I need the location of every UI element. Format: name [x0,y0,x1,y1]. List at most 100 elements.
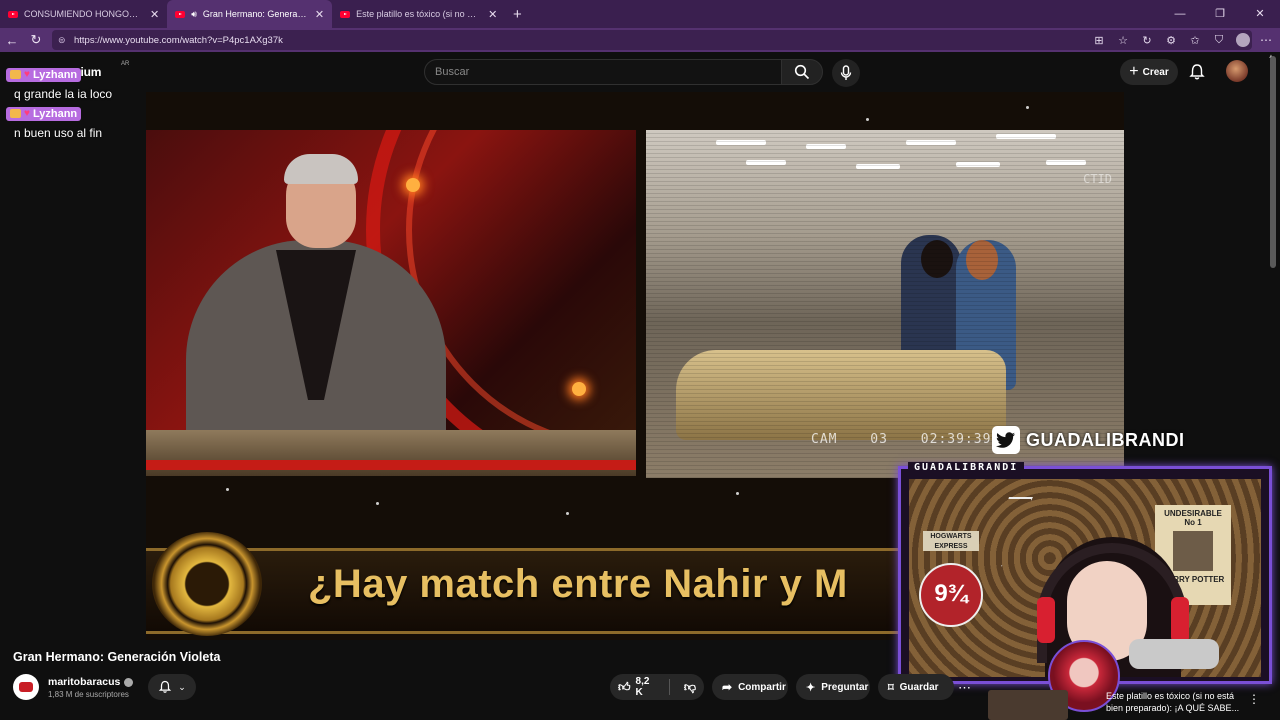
chat-text: q grande la ia loco [14,87,113,101]
restore-button[interactable]: ❐ [1200,0,1240,28]
channel-name-text: maritobaracus [48,676,121,688]
sparkle [226,488,229,491]
chevron-down-icon: ⌄ [178,681,186,692]
tab-hongos[interactable]: CONSUMIENDO HONGOS EN LA ✕ [0,0,167,28]
divider [668,679,670,695]
poster-number: No 1 [1184,518,1202,527]
twitter-handle: GUADALIBRANDI [1026,429,1185,450]
studio-host-panel [146,130,636,476]
save-button[interactable]: ⌑ Guardar [878,674,954,700]
headset-earcup [1171,597,1189,643]
create-button[interactable]: + Crear [1120,59,1178,85]
recommended-thumbnail[interactable] [988,690,1068,720]
poster-photo [1173,531,1213,571]
shield-icon[interactable]: ⛉ [1212,34,1226,47]
stream-chat-overlay: ♥ Lyzhann q grande la ia loco ♥ Lyzhann … [6,66,146,144]
back-button[interactable]: ← [0,33,24,48]
tab-platillo[interactable]: Este platillo es tóxico (si no está b ✕ [332,0,505,28]
sparkle [566,512,569,515]
thumbs-down-icon: 👎︎ [683,679,696,694]
refresh-page-icon[interactable]: ↻ [1140,34,1154,47]
notifications-bell-icon[interactable] [1188,63,1206,81]
twitter-icon [992,426,1020,454]
close-window-button[interactable]: ✕ [1240,0,1280,28]
app-available-icon[interactable]: ⊞ [1092,34,1106,47]
chat-username: ♥ Lyzhann [6,106,82,121]
studio-light [572,382,586,396]
url-text: https://www.youtube.com/watch?v=P4pc1AXg… [74,34,283,46]
webcam-label: GUADALIBRANDI [908,462,1025,473]
studio-light [406,178,420,192]
chat-message: ♥ Lyzhann n buen uso al fin [6,105,146,140]
address-bar-row: ← ↻ ⊜ https://www.youtube.com/watch?v=P4… [0,28,1280,52]
reload-button[interactable]: ↻ [24,32,48,48]
save-label: Guardar [899,681,939,693]
hogwarts-sign: HOGWARTS EXPRESS [923,531,979,551]
scrollbar-thumb[interactable] [1270,56,1276,268]
tab-gran-hermano[interactable]: 🔊︎ Gran Hermano: Generación Vi ✕ [167,0,333,28]
url-field[interactable]: ⊜ https://www.youtube.com/watch?v=P4pc1A… [52,30,1252,50]
user-avatar[interactable] [1226,60,1248,82]
chat-username-text: Lyzhann [32,68,78,81]
chat-text: n buen uso al fin [14,126,103,140]
search-box [424,59,782,85]
new-tab-button[interactable]: + [505,6,529,23]
site-info-icon[interactable]: ⊜ [58,35,68,46]
gran-hermano-eye-logo [152,532,262,636]
verified-icon [124,677,134,687]
close-tab-icon[interactable]: ✕ [315,8,324,21]
heart-icon: ♥ [24,108,30,119]
dislike-button[interactable]: 👎︎ [676,674,704,700]
heart-icon: ♥ [24,69,30,80]
bookmark-icon: ⌑ [888,681,894,694]
tab-label: Este platillo es tóxico (si no está b [356,9,481,19]
channel-avatar[interactable] [13,674,39,700]
twitter-handle-overlay: GUADALIBRANDI [992,426,1185,454]
share-label: Compartir [738,681,786,693]
sparkle [736,492,739,495]
favorite-star-icon[interactable]: ☆ [1116,34,1130,47]
close-tab-icon[interactable]: ✕ [150,8,159,21]
extensions-icon[interactable]: ⚙ [1164,34,1178,47]
window-controls: — ❐ ✕ [1160,0,1280,28]
search-input[interactable] [435,66,781,78]
like-button[interactable]: 👍︎ 8,2 K [610,674,663,700]
chat-message: ♥ Lyzhann q grande la ia loco [6,66,146,101]
share-button[interactable]: ➦ Compartir [712,674,788,700]
search-icon [794,64,810,80]
sparkle-icon: ✦ [806,681,816,694]
chat-username-text: Lyzhann [32,107,78,120]
plus-icon: + [1129,63,1139,80]
banner-title: ¿Hay match entre Nahir y M [308,562,848,606]
speaker-icon[interactable]: 🔊︎ [191,9,197,20]
video-title: Gran Hermano: Generación Violeta [13,650,221,664]
sparkle [376,502,379,505]
recommended-menu-icon[interactable]: ⋮ [1248,692,1260,706]
search-button[interactable] [781,59,823,85]
more-icon[interactable]: ⋯ [1260,33,1272,47]
ask-button[interactable]: ✦ Preguntar [796,674,870,700]
channel-name[interactable]: maritobaracus [48,676,134,688]
more-actions-icon[interactable]: ⋯ [958,680,971,696]
sparkle [866,118,869,121]
microphone-icon [840,65,852,80]
favorites-icon[interactable]: ✩ [1188,34,1202,47]
close-tab-icon[interactable]: ✕ [488,8,497,21]
voice-search-button[interactable] [832,59,860,87]
youtube-favicon-icon [8,10,18,18]
subscription-bell-button[interactable]: ⌄ [148,674,196,700]
ctid-watermark: CTID [1083,172,1112,186]
toolbar-icons: ⊞ ☆ ↻ ⚙ ✩ ⛉ [1092,28,1250,52]
chat-username: ♥ Lyzhann [6,67,82,82]
profile-icon[interactable] [1236,33,1250,47]
like-dislike-group: 👍︎ 8,2 K 👎︎ [610,674,704,700]
thumbs-up-icon: 👍︎ [618,679,631,694]
host-hair [284,154,358,184]
camera-timestamp: CAM 03 02:39:39 [811,432,992,447]
recommended-title[interactable]: Este platillo es tóxico (si no está bien… [1106,690,1246,716]
minimize-button[interactable]: — [1160,0,1200,28]
subscriber-badge-icon [10,70,21,79]
create-label: Crear [1142,66,1169,78]
tab-label: Gran Hermano: Generación Vi [202,9,307,19]
browser-tab-bar: CONSUMIENDO HONGOS EN LA ✕ 🔊︎ Gran Herma… [0,0,1280,28]
